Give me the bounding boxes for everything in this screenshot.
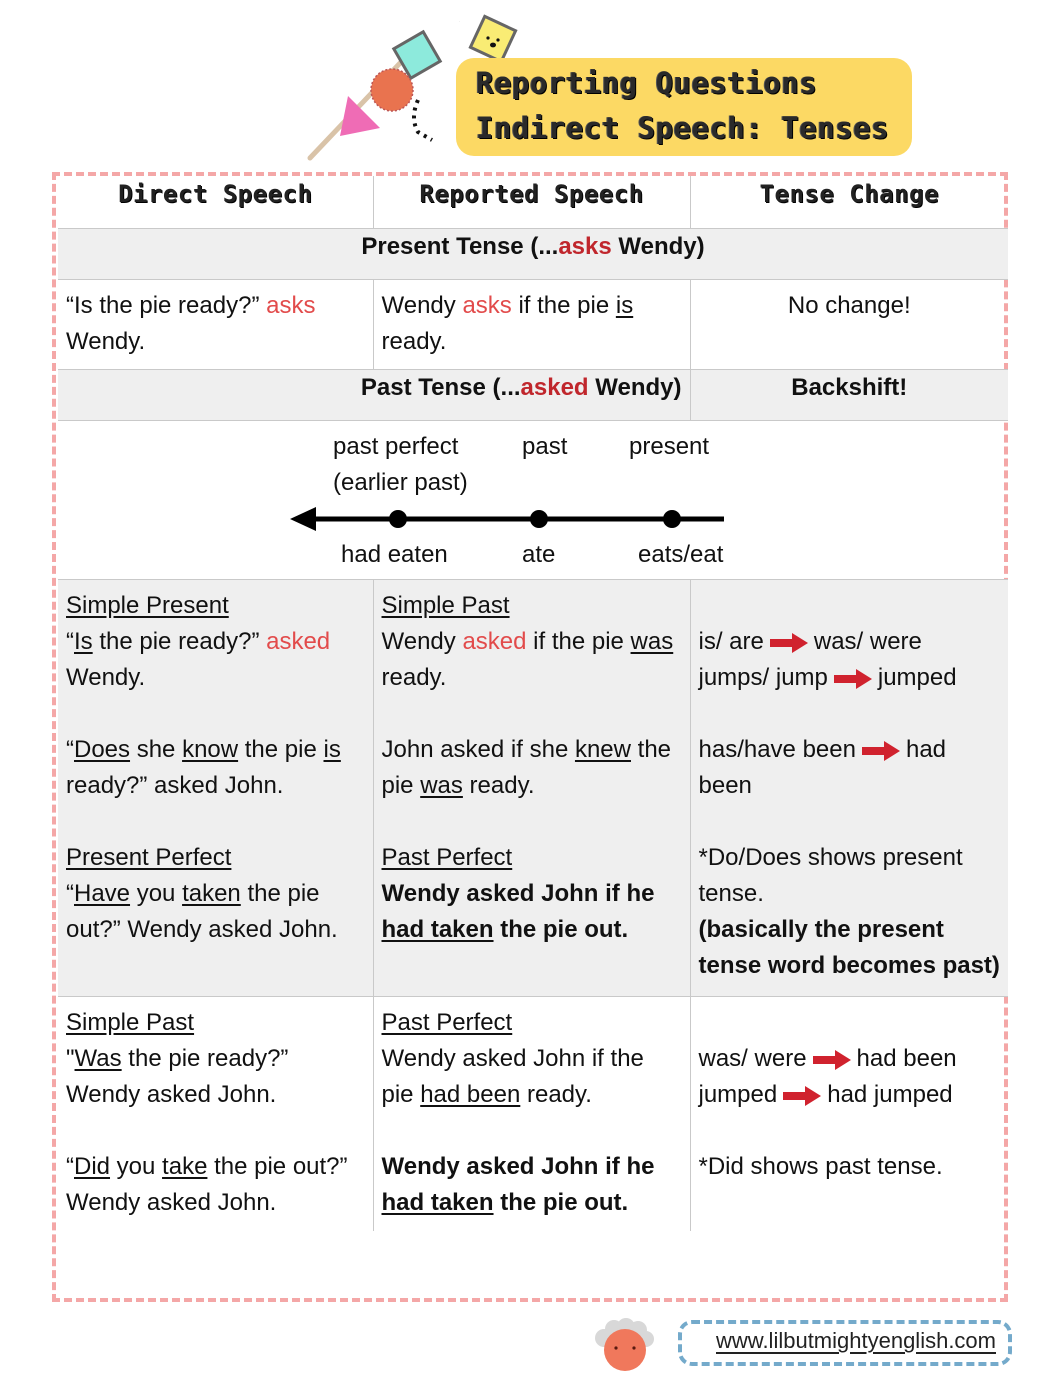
- timeline-label-past: past: [522, 433, 568, 460]
- timeline-point-past: [530, 510, 548, 528]
- heading-simple-present: Simple Present: [66, 592, 229, 619]
- heading-simple-past: Simple Past: [381, 592, 510, 619]
- arrow-right-icon: [812, 1049, 851, 1070]
- change-item: was/ were had been: [698, 1045, 957, 1072]
- heading-past-perfect-2: Past Perfect: [381, 1009, 513, 1036]
- simple-past-row: Simple Past "Was the pie ready?” Wendy a…: [58, 996, 1008, 1231]
- band-verb: asks: [558, 233, 612, 260]
- present-reported-cell: Wendy asks if the pie is ready.: [372, 279, 691, 370]
- arrow-right-icon: [769, 632, 808, 653]
- present-example-row: “Is the pie ready?” asks Wendy. Wendy as…: [58, 279, 1008, 370]
- present-tense-band: Present Tense (...asks Wendy): [58, 228, 1008, 280]
- change-item: jumped had jumped: [698, 1081, 953, 1108]
- timeline-label-earlier-past: (earlier past): [333, 469, 468, 496]
- tense-timeline: past perfect (earlier past) past present…: [58, 421, 1008, 579]
- column-header-direct: Direct Speech: [58, 176, 374, 229]
- timeline-arrow: [290, 507, 724, 531]
- timeline-label-past-perfect: past perfect: [333, 433, 459, 460]
- arrow-right-icon: [833, 668, 872, 689]
- column-header-change: Tense Change: [689, 176, 1008, 229]
- website-link[interactable]: www.lilbutmightyenglish.com: [716, 1328, 996, 1354]
- present-direct-cell: “Is the pie ready?” asks Wendy.: [58, 279, 374, 370]
- timeline-label-had-eaten: had eaten: [341, 541, 448, 568]
- shapes-skewer-illustration: [307, 0, 460, 161]
- timeline-point-present: [663, 510, 681, 528]
- timeline-label-present: present: [629, 433, 710, 460]
- change-item: jumps/ jump jumped: [698, 664, 957, 691]
- simple-present-direct-cell: Simple Present “Is the pie ready?” asked…: [58, 579, 374, 997]
- timeline-point-past-perfect: [389, 510, 407, 528]
- character-face-icon: [595, 1318, 654, 1371]
- heading-present-perfect: Present Perfect: [66, 844, 232, 871]
- arrow-left-icon: [290, 507, 316, 531]
- simple-past-change-cell: was/ were had been jumped had jumped *Did …: [689, 996, 1008, 1231]
- simple-past-direct-cell: Simple Past "Was the pie ready?” Wendy a…: [58, 996, 374, 1231]
- past-perfect-reported-cell: Past Perfect Wendy asked John if the pie…: [372, 996, 691, 1231]
- column-header-reported: Reported Speech: [372, 176, 691, 229]
- timeline-label-ate: ate: [522, 541, 556, 568]
- do-does-note-bold: (basically the present tense word become…: [698, 916, 1000, 979]
- simple-present-change-cell: is/ are was/ were jumps/ jump jumped has/h…: [689, 579, 1008, 997]
- change-item: has/have been had been: [698, 736, 947, 799]
- column-header-row: Direct Speech Reported Speech Tense Chan…: [58, 176, 1008, 229]
- present-change-cell: No change!: [689, 279, 1008, 370]
- heading-simple-past-direct: Simple Past: [66, 1009, 195, 1036]
- website-badge: www.lilbutmightyenglish.com: [678, 1320, 1012, 1366]
- timeline-label-eats: eats/eat: [638, 541, 724, 568]
- simple-present-row: Simple Present “Is the pie ready?” asked…: [58, 579, 1008, 997]
- simple-past-reported-cell: Simple Past Wendy asked if the pie was r…: [372, 579, 691, 997]
- title-banner: Reporting Questions Indirect Speech: Ten…: [456, 58, 912, 156]
- tense-table: Direct Speech Reported Speech Tense Chan…: [58, 176, 1008, 1231]
- past-tense-band: Past Tense (...asked Wendy) Backshift!: [58, 369, 1008, 421]
- change-item: is/ are was/ were: [698, 628, 922, 655]
- arrow-right-icon: [861, 740, 900, 761]
- backshift-label: Backshift!: [689, 369, 1008, 421]
- title-line-2: Indirect Speech: Tenses: [476, 111, 890, 145]
- arrow-right-icon: [783, 1085, 822, 1106]
- do-does-note: *Do/Does shows present tense.: [698, 844, 963, 907]
- timeline-row: past perfect (earlier past) past present…: [58, 420, 1008, 580]
- did-note: *Did shows past tense.: [698, 1153, 943, 1180]
- title-line-1: Reporting Questions: [476, 66, 818, 100]
- heading-past-perfect: Past Perfect: [381, 844, 513, 871]
